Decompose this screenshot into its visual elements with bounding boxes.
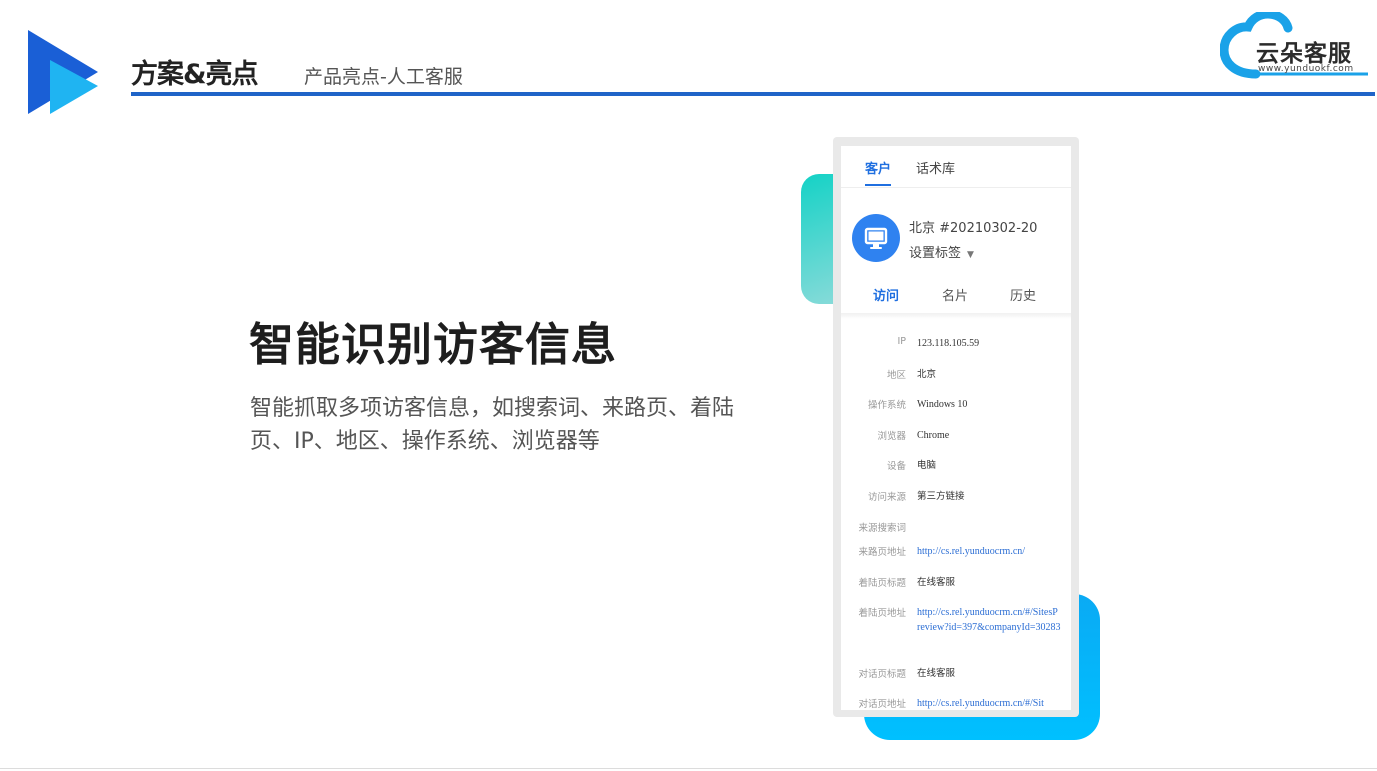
caret-down-icon: ▼ xyxy=(967,250,974,260)
info-value: 第三方链接 xyxy=(917,491,965,502)
info-value: 123.118.105.59 xyxy=(917,338,980,349)
info-label: 对话页标题 xyxy=(858,669,906,680)
tab-visit[interactable]: 访问 xyxy=(873,285,899,304)
tab-customer[interactable]: 客户 xyxy=(865,158,891,177)
info-label: 着陆页标题 xyxy=(858,578,906,589)
info-value: 在线客服 xyxy=(917,577,956,588)
avatar xyxy=(852,214,900,262)
play-logo-icon xyxy=(28,30,98,114)
info-value: Windows 10 xyxy=(917,399,968,410)
visitor-name: 北京 #20210302-20 xyxy=(909,221,1038,236)
sub-tab-bar: 访问 名片 历史 xyxy=(841,278,1071,314)
info-label: 来路页地址 xyxy=(858,547,906,558)
info-value: Chrome xyxy=(917,430,950,441)
tab-script-library[interactable]: 话术库 xyxy=(916,158,955,177)
landing-page-link[interactable]: http://cs.rel.yunduocrm.cn/#/SitesPrevie… xyxy=(917,605,1061,635)
visitor-info-panel: 客户 话术库 北京 #20210302-20 设置标签 ▼ 访问 名片 历史 IP… xyxy=(841,146,1071,710)
set-tag-label: 设置标签 xyxy=(909,246,962,261)
brand-url: www.yunduokf.com xyxy=(1258,64,1354,74)
info-label: 设备 xyxy=(886,461,906,472)
page-bottom-border xyxy=(0,768,1377,769)
info-value: 在线客服 xyxy=(917,668,956,679)
info-label: 操作系统 xyxy=(867,400,906,411)
feature-description: 智能抓取多项访客信息，如搜索词、来路页、着陆页、IP、地区、操作系统、浏览器等 xyxy=(250,396,735,454)
info-label: 对话页地址 xyxy=(858,699,906,710)
info-label: 着陆页地址 xyxy=(858,608,906,619)
set-tag-dropdown[interactable]: 设置标签 ▼ xyxy=(909,242,974,261)
tab-card[interactable]: 名片 xyxy=(942,285,968,304)
info-label: 来源搜索词 xyxy=(858,523,906,534)
feature-headline: 智能识别访客信息 xyxy=(249,318,618,371)
header-divider xyxy=(131,92,1375,96)
info-label: 地区 xyxy=(886,370,906,381)
info-label: IP xyxy=(897,336,906,347)
chat-page-link[interactable]: http://cs.rel.yunduocrm.cn/#/Sit xyxy=(917,696,1061,710)
brand-name: 云朵客服 xyxy=(1256,41,1352,67)
active-tab-indicator xyxy=(865,184,891,186)
tab-bar-shadow xyxy=(841,313,1071,319)
section-subtitle: 产品亮点-人工客服 xyxy=(304,66,463,88)
info-value: 北京 xyxy=(917,369,937,380)
info-value: 电脑 xyxy=(917,460,937,471)
top-tab-bar: 客户 话术库 xyxy=(841,146,1071,188)
referrer-link[interactable]: http://cs.rel.yunduocrm.cn/ xyxy=(917,544,1061,559)
info-label: 访问来源 xyxy=(867,492,906,503)
monitor-icon xyxy=(864,227,888,249)
section-title: 方案&亮点 xyxy=(131,59,259,90)
info-label: 浏览器 xyxy=(877,431,906,442)
tab-history[interactable]: 历史 xyxy=(1010,285,1036,304)
